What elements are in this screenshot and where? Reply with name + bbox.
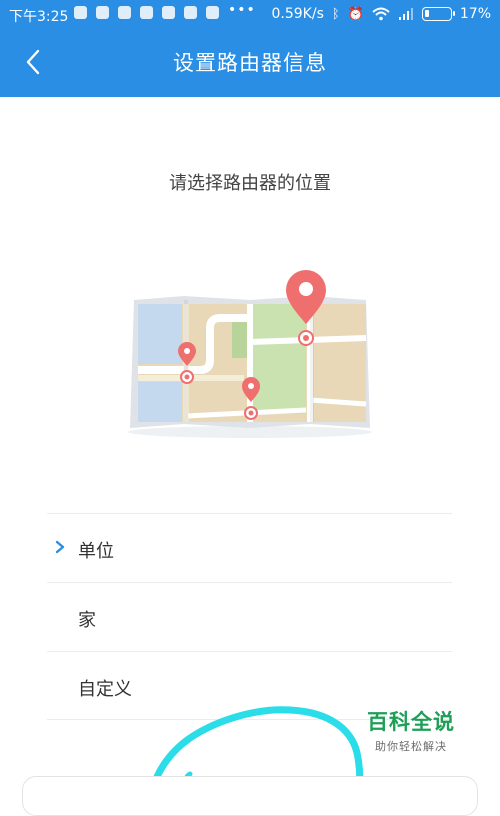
option-work[interactable]: 单位 <box>47 513 452 582</box>
status-bar: 下午3:25 ••• 0.59K/s ᛒ ⏰ 17% <box>0 0 500 30</box>
network-speed: 0.59K/s <box>271 6 324 22</box>
chevron-right-icon <box>55 540 65 554</box>
location-prompt: 请选择路由器的位置 <box>169 173 331 194</box>
watermark-subtitle: 助你轻松解决 <box>375 740 447 753</box>
location-options: 单位 家 自定义 <box>47 513 452 720</box>
app-header: 下午3:25 ••• 0.59K/s ᛒ ⏰ 17% 设置路由器信息 <box>0 0 500 97</box>
watermark-logo: 百科全说 助你轻松解决 <box>352 706 470 754</box>
location-icon <box>74 6 87 19</box>
signal-icon <box>398 8 413 20</box>
battery-icon <box>421 7 455 21</box>
option-label: 单位 <box>78 541 114 562</box>
app-icon <box>118 6 131 19</box>
cat-icon <box>206 6 219 19</box>
option-label: 家 <box>78 610 96 631</box>
more-notifications-icon: ••• <box>228 1 256 18</box>
status-right: 0.59K/s ᛒ ⏰ 17% <box>272 6 492 22</box>
wifi-icon <box>372 7 390 21</box>
app-icon <box>96 6 109 19</box>
bluetooth-icon: ᛒ <box>331 6 340 22</box>
alarm-icon: ⏰ <box>347 6 364 22</box>
plane-icon <box>162 6 175 19</box>
map-illustration <box>128 270 372 438</box>
app-icon <box>140 6 153 19</box>
bottom-card[interactable] <box>22 776 478 816</box>
watermark-title: 百科全说 <box>367 710 455 734</box>
battery-percent: 17% <box>459 6 491 22</box>
option-label: 自定义 <box>78 679 132 700</box>
app-icon <box>184 6 197 19</box>
status-time: 下午3:25 <box>9 9 69 25</box>
option-home[interactable]: 家 <box>47 582 452 651</box>
page-title: 设置路由器信息 <box>173 51 327 75</box>
notification-icons: ••• <box>74 2 256 19</box>
